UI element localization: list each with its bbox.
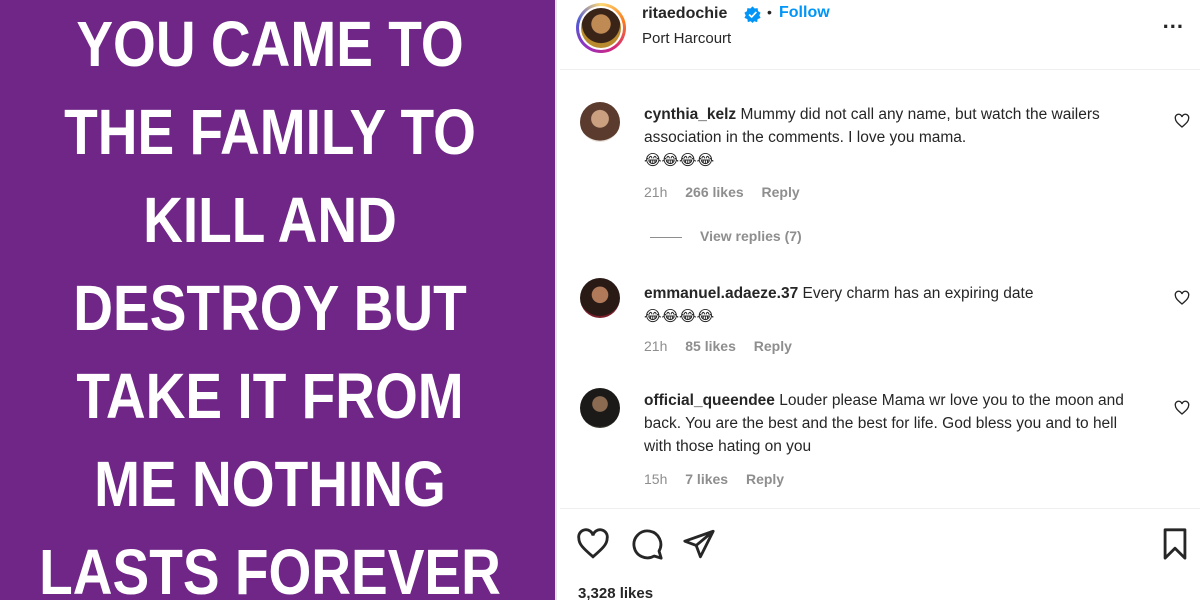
- post-text-line: TAKE IT FROM: [76, 360, 464, 432]
- post-text-line: THE FAMILY TO: [64, 96, 476, 168]
- post-likes-count[interactable]: 3,328 likes: [578, 585, 653, 600]
- comment-icon[interactable]: [630, 527, 664, 561]
- heart-icon[interactable]: [576, 527, 610, 561]
- replies-divider: [650, 236, 682, 238]
- comment-likes[interactable]: 7 likes: [685, 471, 728, 487]
- comment-text: official_queendee Louder please Mama wr …: [644, 389, 1144, 458]
- follow-button[interactable]: Follow: [779, 4, 830, 22]
- comment-time: 21h: [644, 184, 668, 200]
- post-location[interactable]: Port Harcourt: [642, 30, 731, 47]
- bookmark-icon[interactable]: [1158, 527, 1192, 561]
- post-header: ritaedochie • Follow Port Harcourt ...: [560, 0, 1200, 70]
- post-image: YOU CAME TO THE FAMILY TO KILL AND DESTR…: [0, 0, 557, 600]
- post-text-line: DESTROY BUT: [73, 272, 467, 344]
- author-avatar[interactable]: [576, 3, 626, 53]
- commenter-username[interactable]: official_queendee: [644, 392, 775, 409]
- author-username[interactable]: ritaedochie: [642, 5, 727, 23]
- comment-meta: 21h 85 likes Reply: [644, 338, 806, 354]
- comment-likes[interactable]: 85 likes: [685, 338, 736, 354]
- comment-meta: 21h 266 likes Reply: [644, 184, 814, 200]
- commenter-username[interactable]: emmanuel.adaeze.37: [644, 285, 798, 302]
- reply-button[interactable]: Reply: [754, 338, 792, 354]
- commenter-avatar[interactable]: [580, 278, 620, 318]
- comment-time: 15h: [644, 471, 668, 487]
- commenter-username[interactable]: cynthia_kelz: [644, 106, 736, 123]
- comment-likes[interactable]: 266 likes: [685, 184, 743, 200]
- reply-button[interactable]: Reply: [746, 471, 784, 487]
- post-text-line: KILL AND: [143, 184, 397, 256]
- reply-button[interactable]: Reply: [762, 184, 800, 200]
- share-icon[interactable]: [682, 527, 716, 561]
- view-replies-label: View replies (7): [700, 228, 802, 244]
- post-image-text: YOU CAME TO THE FAMILY TO KILL AND DESTR…: [38, 0, 502, 600]
- comment-content: Every charm has an expiring date: [802, 285, 1034, 302]
- comment-like-heart-icon[interactable]: [1174, 113, 1190, 129]
- post-action-bar: 3,328 likes: [560, 508, 1200, 600]
- comment-text: cynthia_kelz Mummy did not call any name…: [644, 103, 1144, 172]
- post-text-line: ME NOTHING: [94, 448, 446, 520]
- post-text-line: YOU CAME TO: [76, 8, 464, 80]
- verified-badge-icon: [744, 6, 761, 23]
- commenter-avatar[interactable]: [580, 102, 620, 142]
- comment-text: emmanuel.adaeze.37 Every charm has an ex…: [644, 282, 1144, 328]
- comment-emojis: 😂😂😂😂: [644, 308, 715, 325]
- comment-emojis: 😂😂😂😂: [644, 152, 715, 169]
- comment-meta: 15h 7 likes Reply: [644, 471, 798, 487]
- commenter-avatar[interactable]: [580, 388, 620, 428]
- view-replies-button[interactable]: View replies (7): [650, 228, 802, 244]
- more-options-icon[interactable]: ...: [1163, 8, 1184, 34]
- comment-time: 21h: [644, 338, 668, 354]
- post-text-line: LASTS FOREVER: [39, 536, 501, 600]
- post-panel: ritaedochie • Follow Port Harcourt ... c…: [560, 0, 1200, 600]
- comment-like-heart-icon[interactable]: [1174, 290, 1190, 306]
- separator-dot: •: [767, 4, 772, 20]
- comment-like-heart-icon[interactable]: [1174, 400, 1190, 416]
